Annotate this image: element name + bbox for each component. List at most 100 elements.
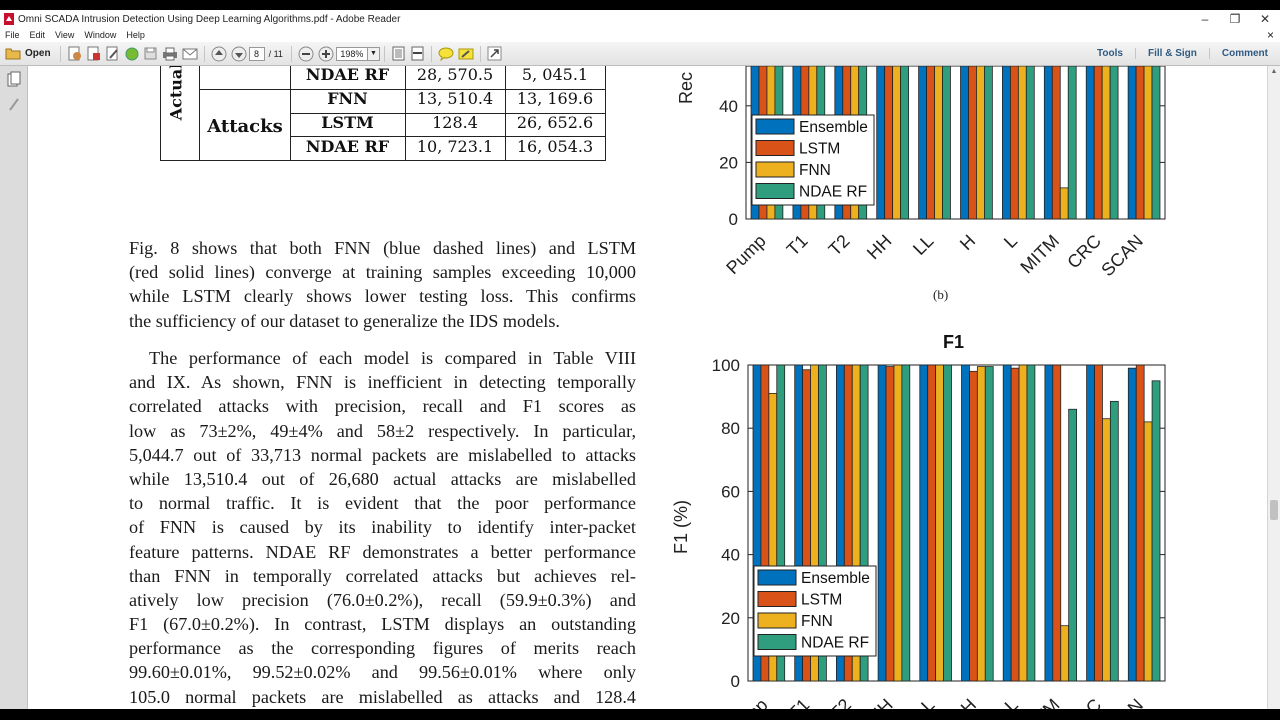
group-label-attacks: Attacks	[207, 116, 283, 137]
bar	[976, 366, 986, 682]
window-title: Omni SCADA Intrusion Detection Using Dee…	[18, 13, 401, 25]
vertical-scrollbar[interactable]: ▲	[1267, 66, 1280, 709]
text-line: The performance of each model is compare…	[149, 348, 636, 368]
zoom-out-button[interactable]	[298, 45, 314, 63]
table-cell-model: NDAE RF	[305, 66, 390, 84]
right-panel-links: Tools Fill & Sign Comment	[1085, 48, 1280, 59]
y-tick-label: 80	[721, 419, 740, 438]
page-thumbnails-button[interactable]	[4, 71, 24, 91]
expand-button[interactable]	[487, 45, 502, 63]
scroll-thumb[interactable]	[1270, 500, 1278, 520]
create-pdf-button[interactable]	[67, 45, 82, 63]
fit-width-icon	[410, 46, 425, 61]
bar	[1060, 625, 1070, 682]
bar	[1135, 66, 1145, 220]
fit-page-button[interactable]	[391, 45, 406, 63]
zoom-value[interactable]: 198%	[335, 46, 368, 61]
text-line: (red solid lines) converge at training s…	[129, 262, 636, 283]
y-tick-label: 0	[731, 672, 740, 691]
text-line: Fig. 8 shows that both FNN (blue dashed …	[129, 238, 636, 258]
y-tick-label: 40	[719, 97, 738, 116]
text-line: while 13,510.4 out of 26,680 actual atta…	[129, 468, 636, 489]
page-number-input[interactable]: 8	[248, 46, 265, 61]
bar	[884, 66, 894, 220]
text-line: F1 (67.0±0.2%). In contrast, LSTM displa…	[129, 614, 636, 635]
signature-button[interactable]	[4, 96, 24, 116]
tools-link[interactable]: Tools	[1085, 48, 1135, 59]
bar	[943, 364, 952, 682]
bar	[1018, 364, 1028, 682]
text-line: 105.0 normal packets are mislabelled as …	[129, 686, 636, 707]
previous-page-button[interactable]	[211, 45, 227, 63]
save-button[interactable]	[143, 45, 158, 63]
scroll-up-arrow-icon[interactable]: ▲	[1268, 66, 1280, 78]
text-line: feature patterns. NDAE RF demonstrates a…	[129, 541, 636, 562]
arrow-down-icon	[231, 46, 247, 62]
text-line: of FNN is caused by its inability to ide…	[129, 517, 636, 538]
edit-pdf-button[interactable]	[105, 45, 120, 63]
menu-file[interactable]: File	[0, 30, 25, 40]
export-pdf-icon	[86, 46, 101, 61]
bar	[1086, 364, 1095, 682]
f1-bar-chart: Pump T1 T2 HH LL H LMITMCRCSCAN 0 20 40 60 80 100 Ens…	[712, 356, 1166, 709]
legend-label: NDAE RF	[801, 635, 869, 652]
legend-swatch	[755, 118, 795, 135]
menu-help[interactable]: Help	[121, 30, 150, 40]
bar	[877, 364, 887, 682]
bar	[969, 370, 978, 682]
comment-link[interactable]: Comment	[1208, 48, 1280, 59]
bar	[1135, 364, 1145, 682]
bar	[1044, 364, 1054, 682]
legend-swatch	[757, 591, 797, 607]
bar	[1093, 66, 1103, 220]
chevron-down-icon[interactable]: ▼	[367, 46, 380, 61]
x-tick-label: LL	[910, 695, 938, 709]
table-cell-value: 5, 045.1	[521, 66, 589, 84]
bar	[1025, 66, 1035, 220]
legend-swatch	[757, 569, 797, 586]
fill-sign-link[interactable]: Fill & Sign	[1134, 48, 1209, 59]
minimize-button[interactable]: –	[1190, 12, 1220, 26]
fit-width-button[interactable]	[410, 45, 425, 63]
menu-window[interactable]: Window	[79, 30, 121, 40]
bar	[935, 364, 944, 682]
y-tick-label: 60	[721, 482, 740, 501]
table-cell-model: LSTM	[321, 113, 374, 132]
table-cell-value: 28, 570.5	[416, 66, 494, 84]
table-cell-model: FNN	[327, 89, 368, 108]
y-tick-label: 20	[719, 153, 738, 172]
arrow-up-icon	[211, 46, 227, 62]
bar	[976, 66, 985, 220]
next-page-button[interactable]	[231, 45, 247, 63]
toolbar-separator	[479, 45, 481, 62]
folder-icon	[5, 47, 21, 60]
share-icon	[124, 46, 139, 61]
x-tick-label: CRC	[1064, 695, 1106, 709]
menu-edit[interactable]: Edit	[25, 30, 51, 40]
email-button[interactable]	[182, 45, 198, 63]
menu-view[interactable]: View	[50, 30, 79, 40]
paragraph: Fig. 8 shows that both FNN (blue dashed …	[129, 236, 636, 333]
legend-label: FNN	[799, 162, 831, 179]
close-button[interactable]: ✕	[1250, 12, 1280, 26]
legend-label: Ensemble	[801, 570, 870, 587]
open-label: Open	[25, 48, 51, 59]
bar	[1068, 408, 1077, 682]
zoom-in-button[interactable]	[318, 45, 334, 63]
x-tick-label: T2	[825, 231, 854, 260]
sticky-note-button[interactable]	[438, 45, 454, 63]
menu-bar: File Edit View Window Help ×	[0, 28, 1280, 42]
text-line: than FNN in temporally correlated attack…	[129, 565, 636, 586]
x-tick-label: H	[956, 231, 979, 254]
zoom-select[interactable]: 198% ▼	[335, 46, 380, 61]
highlight-button[interactable]	[458, 45, 474, 63]
print-button[interactable]	[162, 45, 178, 63]
open-button[interactable]: Open	[2, 45, 54, 63]
restore-button[interactable]: ❐	[1220, 12, 1250, 26]
envelope-icon	[182, 47, 198, 60]
document-close-button[interactable]: ×	[1267, 28, 1274, 42]
export-pdf-button[interactable]	[86, 45, 101, 63]
x-tick-label: Pump	[722, 231, 769, 278]
bar	[1002, 364, 1012, 682]
share-button[interactable]	[124, 45, 139, 63]
